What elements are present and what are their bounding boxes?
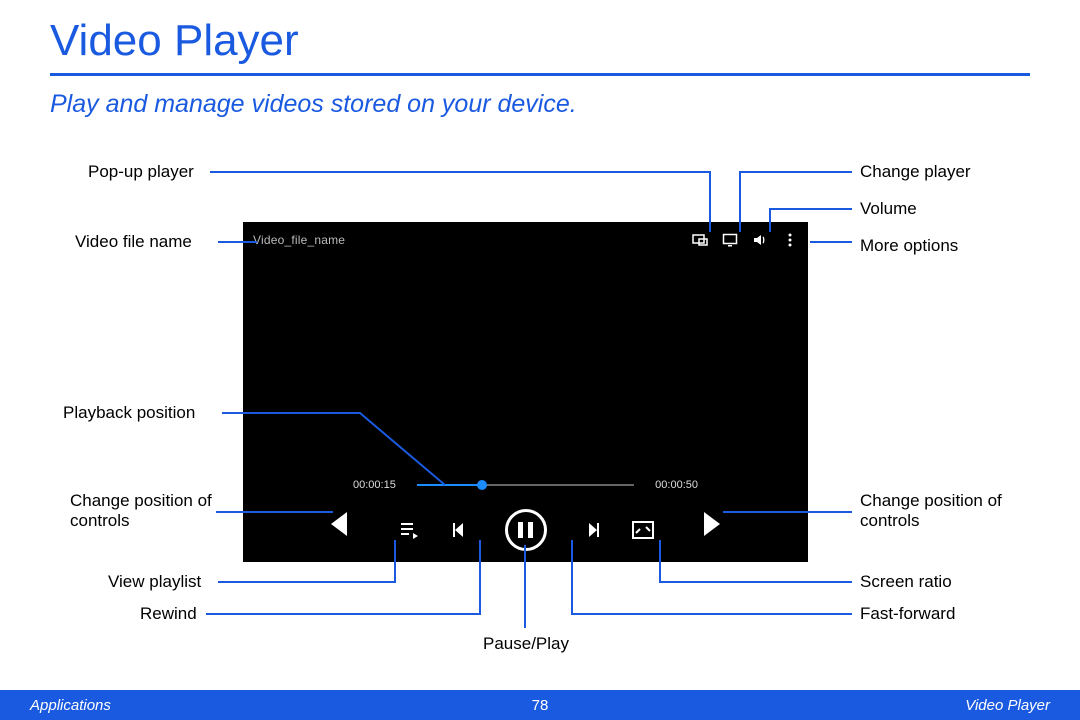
page-subtitle: Play and manage videos stored on your de… bbox=[50, 90, 577, 119]
label-popup-player: Pop-up player bbox=[88, 162, 194, 182]
video-player: Video_file_name 00:00:15 bbox=[243, 222, 808, 562]
label-fast-forward: Fast-forward bbox=[860, 604, 955, 624]
progress-track[interactable] bbox=[417, 484, 634, 486]
page: Video Player Play and manage videos stor… bbox=[0, 0, 1080, 720]
label-change-position-right: Change position of controls bbox=[860, 491, 1020, 531]
page-footer: Applications 78 Video Player bbox=[0, 690, 1080, 720]
volume-icon[interactable] bbox=[752, 232, 768, 248]
page-title: Video Player bbox=[50, 16, 299, 66]
footer-page-number: 78 bbox=[532, 697, 549, 714]
fast-forward-icon[interactable] bbox=[577, 518, 601, 542]
video-title-text: Video_file_name bbox=[253, 233, 692, 247]
progress-thumb[interactable] bbox=[477, 480, 487, 490]
label-playback-position: Playback position bbox=[63, 403, 195, 423]
popup-player-icon[interactable] bbox=[692, 232, 708, 248]
footer-left: Applications bbox=[30, 697, 111, 714]
label-change-position-left: Change position of controls bbox=[70, 491, 220, 531]
title-underline bbox=[50, 73, 1030, 76]
progress-row: 00:00:15 00:00:50 bbox=[353, 478, 698, 492]
label-rewind: Rewind bbox=[140, 604, 197, 624]
pause-play-button[interactable] bbox=[505, 509, 547, 551]
pause-bar bbox=[528, 522, 533, 538]
label-view-playlist: View playlist bbox=[108, 572, 201, 592]
progress-fill bbox=[417, 484, 482, 486]
total-time: 00:00:50 bbox=[640, 479, 698, 491]
more-options-icon[interactable] bbox=[782, 232, 798, 248]
change-player-icon[interactable] bbox=[722, 232, 738, 248]
label-video-file-name: Video file name bbox=[75, 232, 192, 252]
rewind-icon[interactable] bbox=[451, 518, 475, 542]
footer-right: Video Player bbox=[965, 697, 1050, 714]
player-bottom-bar: 00:00:15 00:00:50 bbox=[243, 472, 808, 562]
label-pause-play: Pause/Play bbox=[483, 634, 569, 654]
label-more-options: More options bbox=[860, 236, 958, 256]
label-volume: Volume bbox=[860, 199, 917, 219]
label-change-player: Change player bbox=[860, 162, 971, 182]
screen-ratio-icon[interactable] bbox=[631, 518, 655, 542]
label-screen-ratio: Screen ratio bbox=[860, 572, 952, 592]
controls-row bbox=[243, 500, 808, 560]
playlist-icon[interactable] bbox=[397, 518, 421, 542]
player-top-bar: Video_file_name bbox=[243, 222, 808, 258]
center-controls bbox=[397, 509, 655, 551]
pause-bar bbox=[518, 522, 523, 538]
elapsed-time: 00:00:15 bbox=[353, 479, 411, 491]
top-icon-row bbox=[692, 232, 798, 248]
